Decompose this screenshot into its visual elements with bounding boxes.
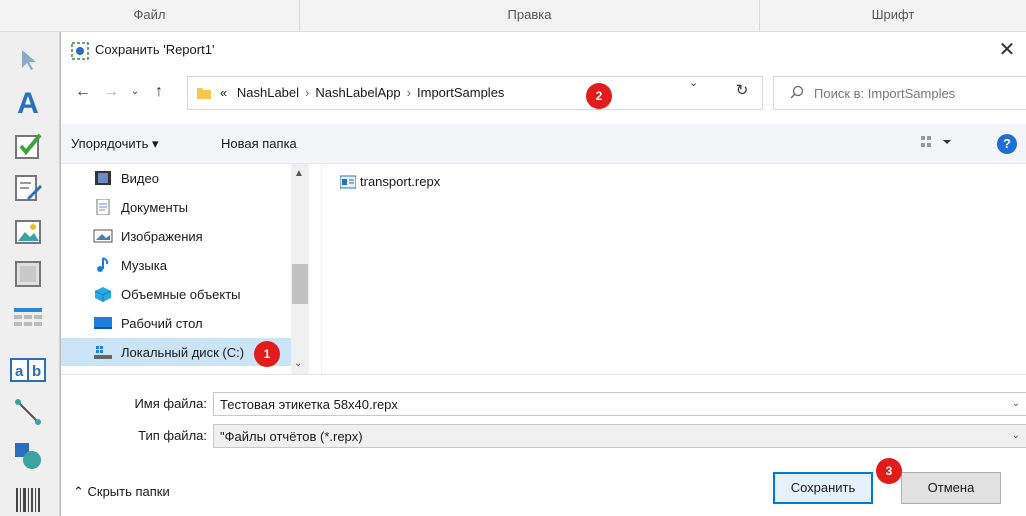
local-disk-icon [94,346,112,359]
breadcrumb-importsamples[interactable]: ImportSamples [417,85,504,100]
app-icon [71,42,89,60]
menu-edit[interactable]: Правка [300,0,760,32]
svg-text:a: a [15,363,24,380]
save-dialog: Сохранить 'Report1' ✕ ← → ⌄ ↑ « NashLabe… [60,32,1026,516]
edit-tool-icon[interactable] [8,168,48,208]
search-input[interactable] [814,82,1014,104]
arrow-left-icon: ← [75,83,91,100]
filetype-label: Тип файла: [138,428,207,443]
nav-item-documents[interactable]: Документы [93,193,289,221]
music-folder-icon [97,257,109,272]
documents-folder-icon [96,199,110,215]
organize-button[interactable]: Упорядочить ▾ [71,136,159,152]
refresh-icon: ↻ [735,82,749,99]
search-icon [790,85,804,99]
chevron-down-icon[interactable]: ⌄ [1012,430,1020,441]
chevron-down-icon: ⌄ [130,86,140,97]
arrow-up-icon: ↑ [155,83,163,100]
command-bar: Упорядочить ▾ Новая папка ? [61,124,1026,164]
3d-objects-icon [94,287,112,302]
scroll-thumb[interactable] [292,264,308,304]
checkbox-tool-icon[interactable] [8,126,48,166]
dialog-titlebar: Сохранить 'Report1' ✕ [61,32,1026,68]
annotation-badge-1: 1 [254,341,280,367]
save-button[interactable]: Сохранить [773,472,873,504]
address-dropdown-icon[interactable]: ⌄ [689,76,698,89]
address-bar[interactable]: « NashLabel › NashLabelApp › ImportSamples [187,76,763,110]
scroll-down-icon[interactable]: ⌄ [294,358,302,369]
repx-file-icon [340,175,356,188]
annotation-badge-2: 2 [586,83,612,109]
text-tool-icon[interactable]: A [8,84,48,124]
nav-item-label: Видео [121,170,159,186]
video-folder-icon [95,171,111,185]
nav-item-pictures[interactable]: Изображения [93,222,289,250]
view-options-button[interactable] [921,134,955,153]
nav-item-label: Изображения [121,228,203,244]
rectangle-tool-icon[interactable] [8,254,48,294]
textbox-tool-icon[interactable]: ab [8,350,48,390]
help-icon: ? [1003,136,1011,151]
forward-button[interactable]: → [99,80,123,104]
menu-file[interactable]: Файл [0,0,300,32]
filetype-value: "Файлы отчётов (*.repx) [220,429,363,444]
nav-item-3d-objects[interactable]: Объемные объекты [93,280,289,308]
breadcrumb-nashlabel[interactable]: NashLabel [237,85,299,100]
help-button[interactable]: ? [997,134,1017,154]
search-box [773,76,1026,110]
file-item[interactable]: transport.repx [340,174,440,189]
breadcrumb: « NashLabel › NashLabelApp › ImportSamples [220,77,504,109]
filename-field[interactable]: Тестовая этикетка 58x40.repx ⌄ [213,392,1026,416]
back-button[interactable]: ← [71,80,95,104]
nav-item-music[interactable]: Музыка [93,251,289,279]
nav-item-label: Рабочий стол [121,315,203,331]
shapes-tool-icon[interactable] [8,436,48,476]
divider [61,374,1026,375]
folder-icon [197,88,211,99]
image-tool-icon[interactable] [8,212,48,252]
breadcrumb-separator-icon: › [406,85,411,100]
barcode-tool-icon[interactable] [8,480,48,516]
chevron-down-icon[interactable]: ⌄ [1012,398,1020,409]
desktop-icon [94,317,112,329]
toolbox: A ab [0,32,60,516]
menu-font[interactable]: Шрифт [760,0,1026,32]
breadcrumb-nashlabelapp[interactable]: NashLabelApp [315,85,400,100]
up-button[interactable]: ↑ [147,80,171,104]
table-tool-icon[interactable] [8,298,48,338]
recent-locations-button[interactable]: ⌄ [123,80,147,104]
annotation-badge-3: 3 [876,458,902,484]
filename-label: Имя файла: [134,396,207,411]
pictures-folder-icon [93,229,113,243]
nav-item-video[interactable]: Видео [93,164,289,192]
svg-text:b: b [32,363,41,380]
arrow-right-icon: → [103,83,119,100]
view-icon [921,136,951,147]
file-name: transport.repx [360,174,441,189]
cancel-button[interactable]: Отмена [901,472,1001,504]
scroll-up-icon[interactable]: ▲ [294,168,304,179]
close-icon: ✕ [998,39,1016,61]
pointer-tool-icon[interactable] [8,40,48,80]
hide-folders-button[interactable]: ⌃ Скрыть папки [73,484,170,500]
line-tool-icon[interactable] [8,392,48,432]
app-menu-bar: Файл Правка Шрифт [0,0,1026,32]
breadcrumb-overflow[interactable]: « [220,85,227,100]
breadcrumb-separator-icon: › [305,85,310,100]
nav-item-label: Музыка [121,257,167,273]
nav-item-label: Объемные объекты [121,286,241,302]
nav-item-desktop[interactable]: Рабочий стол [93,309,289,337]
nav-item-label: Документы [121,199,189,215]
file-list: transport.repx [321,164,1026,374]
filename-value: Тестовая этикетка 58x40.repx [220,397,398,412]
filetype-select[interactable]: "Файлы отчётов (*.repx) ⌄ [213,424,1026,448]
nav-scrollbar[interactable]: ▲ ⌄ [291,164,309,374]
close-button[interactable]: ✕ [987,32,1026,68]
nav-item-label: Локальный диск (C:) [121,344,245,360]
dialog-title: Сохранить 'Report1' [95,42,215,57]
new-folder-button[interactable]: Новая папка [221,136,297,151]
refresh-button[interactable]: ↻ [731,80,753,102]
